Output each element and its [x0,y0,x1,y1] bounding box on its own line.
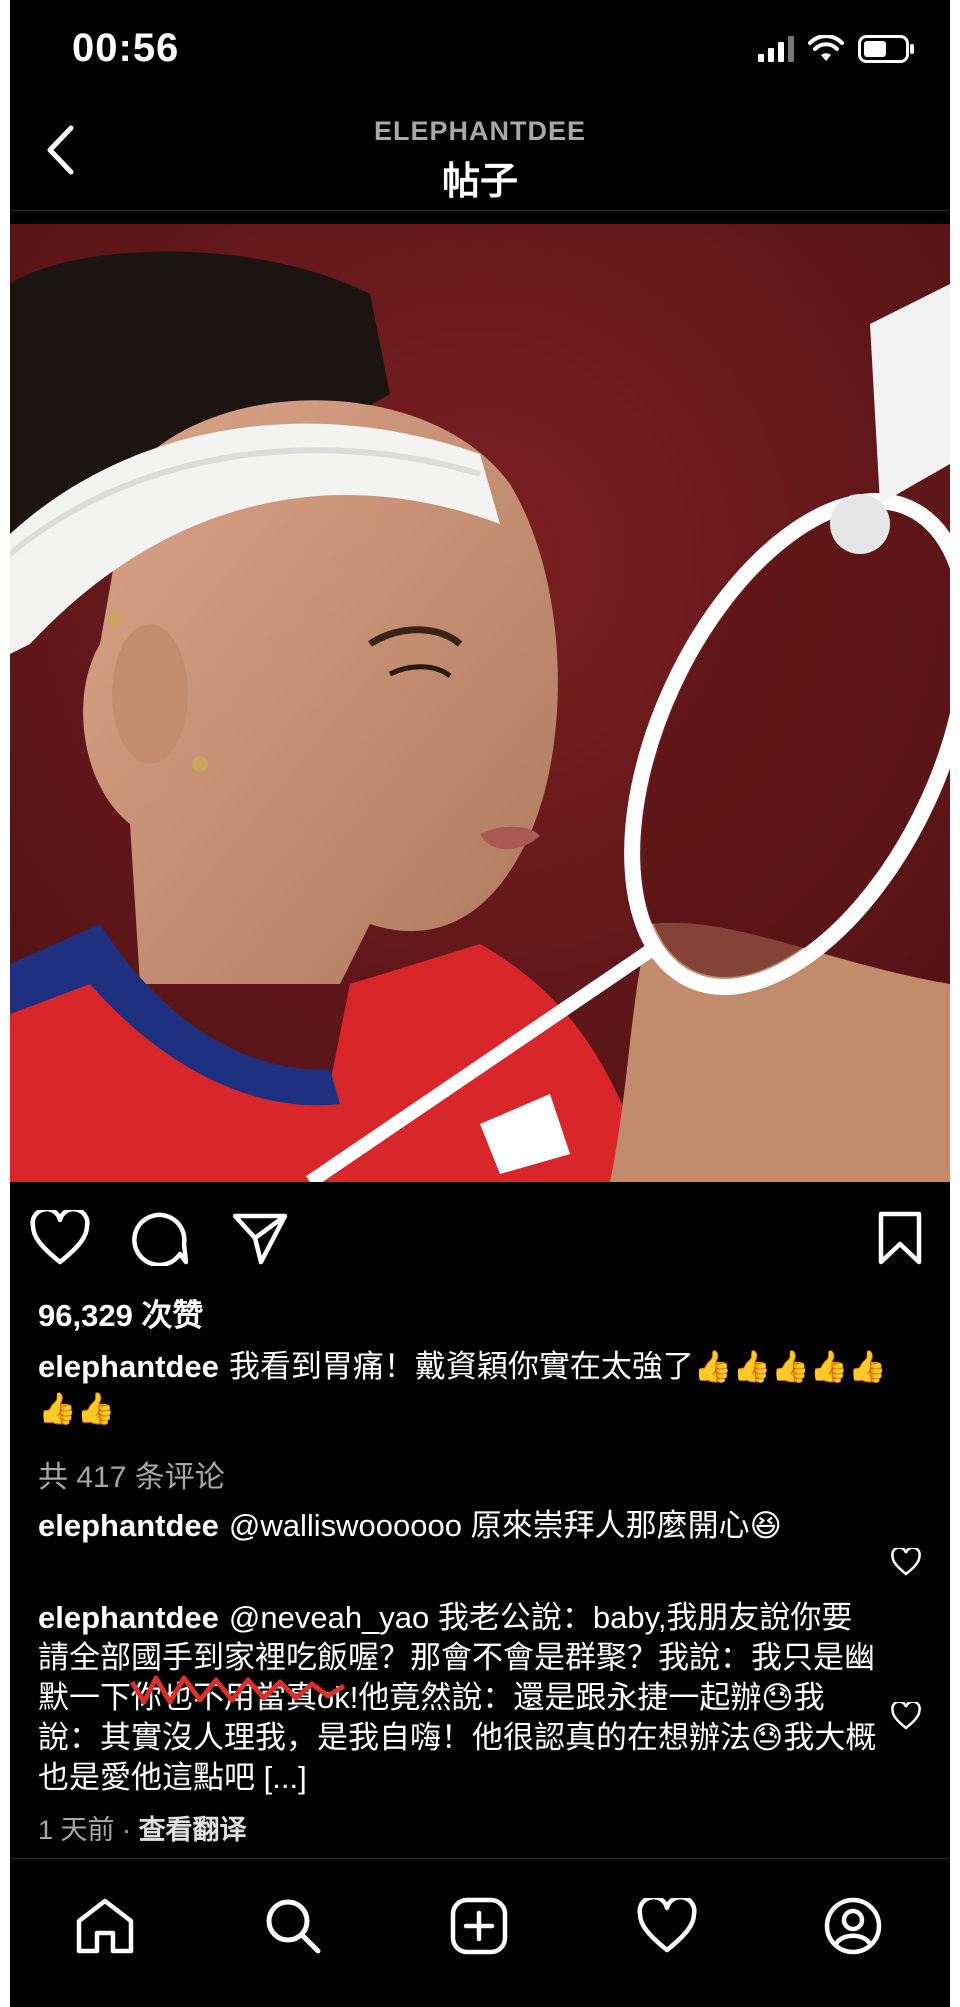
instagram-post-screen: 00:56 ELEPHANTDEE 帖子 96,329 次赞 elephantd… [10,0,950,2007]
tab-search[interactable] [260,1895,326,1961]
heart-icon [891,1699,921,1735]
like-count[interactable]: 96,329 次赞 [38,1290,203,1335]
bottom-tab-bar [10,1858,950,2007]
add-post-icon [450,1897,508,1960]
status-time: 00:56 [72,26,180,70]
post-actions [10,1190,950,1290]
tab-profile[interactable] [820,1895,886,1961]
tab-add-post[interactable] [446,1895,512,1961]
tab-home[interactable] [72,1895,138,1961]
post-header: ELEPHANTDEE 帖子 [10,100,950,211]
page-title: 帖子 [441,161,518,203]
scribble-mark [129,1668,360,1713]
time-ago: 1 天前 [38,1815,115,1845]
comment-username[interactable]: elephantdee [38,1600,219,1635]
comment-like-button[interactable] [888,1545,924,1582]
status-bar: 00:56 [10,0,950,100]
home-icon [75,1897,135,1960]
signal-icon [758,35,794,67]
meta-separator: · [122,1815,132,1845]
tab-activity[interactable] [634,1894,700,1961]
comment-button[interactable] [128,1208,192,1272]
bookmark-icon [877,1210,923,1271]
post-caption: elephantdee 我看到胃痛！戴資穎你實在太強了👍👍👍👍👍👍👍 [38,1346,898,1430]
like-button[interactable] [28,1206,92,1272]
search-icon [264,1897,322,1960]
share-button[interactable] [228,1208,292,1272]
post-meta: 1 天前 · 查看翻译 [38,1808,247,1847]
comment-like-button[interactable] [888,1699,924,1736]
header-username: ELEPHANTDEE [373,116,587,146]
comment-icon [132,1210,189,1271]
save-button[interactable] [868,1208,932,1272]
post-photo[interactable] [10,224,950,1182]
translate-link[interactable]: 查看翻译 [139,1815,247,1845]
heart-icon [30,1206,90,1271]
wifi-icon [808,33,844,68]
view-all-comments-link[interactable]: 共 417 条评论 [38,1452,225,1496]
activity-icon [637,1894,697,1959]
heart-icon [891,1545,921,1581]
comment-text: @walliswoooooo 原來崇拜人那麼開心😆 [228,1508,782,1543]
battery-icon [858,34,916,68]
comment-username[interactable]: elephantdee [38,1508,219,1543]
profile-icon [824,1897,882,1960]
share-icon [231,1210,289,1271]
comment-item: elephantdee @walliswoooooo 原來崇拜人那麼開心😆 [38,1506,878,1546]
caption-username[interactable]: elephantdee [38,1349,219,1384]
